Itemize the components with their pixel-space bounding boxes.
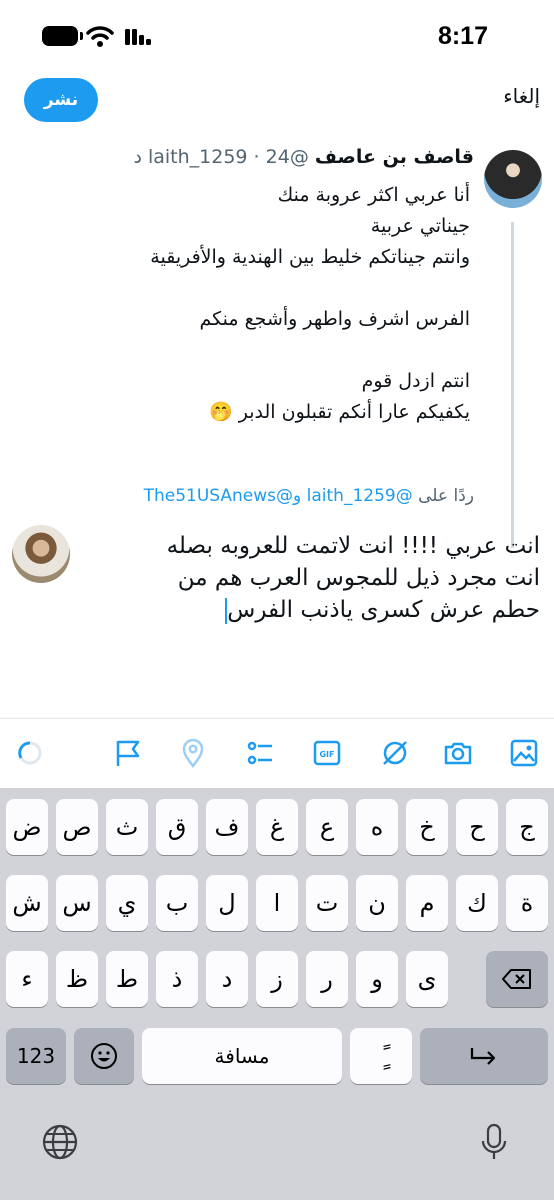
return-key[interactable] [420,1028,548,1084]
tweet-line: أنا عربي اكثر عروبة منك [277,184,470,206]
tweet-line: الفرس اشرف واطهر وأشجع منكم [199,308,470,330]
gif-icon[interactable]: GIF [311,737,343,769]
key[interactable]: ض [6,799,48,855]
emoji-key[interactable] [74,1028,134,1084]
key[interactable]: م [406,875,448,931]
key[interactable]: ل [206,875,248,931]
globe-icon[interactable] [40,1122,80,1162]
author-name: قاصف بن عاصف [314,146,474,168]
poll-icon[interactable] [244,737,276,769]
compose-header: نشر إلغاء [0,72,554,128]
key[interactable]: ي [106,875,148,931]
battery-icon [42,26,83,46]
gif-label: GIF [319,750,334,759]
tweet-line: وانتم جيناتكم خليط بين الهندية والأفريقي… [150,246,470,268]
key[interactable]: ن [356,875,398,931]
key[interactable]: ء [6,951,48,1007]
key[interactable]: ث [106,799,148,855]
tweet-text: أنا عربي اكثر عروبة منك جيناتي عربية وان… [50,180,470,428]
key[interactable]: و [356,951,398,1007]
compose-toolbar: GIF [0,718,554,788]
key[interactable]: ف [206,799,248,855]
replying-to: ردًا على @laith_1259 و@The51USAnews [144,486,474,506]
tweet-header: قاصف بن عاصف @laith_1259 · 24 د [133,146,474,168]
space-key[interactable]: مسافة [142,1028,342,1084]
separator: · [247,146,266,168]
tweet-line [50,335,470,366]
wifi-icon [86,26,114,47]
microphone-icon[interactable] [474,1122,514,1162]
tweet-line: انتم ازدل قوم [361,370,470,392]
post-button[interactable]: نشر [24,78,98,122]
key[interactable]: ذ [156,951,198,1007]
char-count-icon [18,741,42,765]
key[interactable]: ع [306,799,348,855]
tweet-line [50,273,470,304]
tweet-line: يكفيكم عارا أنكم تقبلون الدبر 🤭 [209,401,470,423]
key[interactable]: غ [256,799,298,855]
backspace-key[interactable] [486,951,548,1007]
no-alt-icon[interactable] [379,737,411,769]
compose-line-text: حطم عرش كسرى ياذنب الفرس [227,597,540,623]
clock: 8:17 [437,22,488,50]
flag-icon[interactable] [112,737,144,769]
key[interactable]: ش [6,875,48,931]
key[interactable]: ا [256,875,298,931]
mention-link[interactable]: @laith_1259 [307,486,413,506]
keyboard: ض ص ث ق ف غ ع ه خ ح ج ش س ي ب ل ا ت ن م … [0,788,554,1200]
mention-joiner: و [293,486,307,506]
key[interactable]: ص [56,799,98,855]
numbers-key[interactable]: 123 [6,1028,66,1084]
emoji-icon [91,1043,117,1069]
avatar[interactable] [484,150,542,208]
avatar [12,525,70,583]
key[interactable]: ط [106,951,148,1007]
compose-line: انت عربي !!!! انت لاتمت للعروبه بصله [166,533,540,559]
key[interactable]: ب [156,875,198,931]
location-icon[interactable] [177,737,209,769]
replying-prefix: ردًا على [412,486,474,506]
key[interactable]: ز [256,951,298,1007]
reply-text-input[interactable]: انت عربي !!!! انت لاتمت للعروبه بصله انت… [100,530,540,626]
key[interactable]: ك [456,875,498,931]
key[interactable]: ج [506,799,548,855]
key[interactable]: ه [356,799,398,855]
image-icon[interactable] [508,737,540,769]
key[interactable]: ق [156,799,198,855]
camera-icon[interactable] [442,737,474,769]
key[interactable]: ة [506,875,548,931]
key[interactable]: ح [456,799,498,855]
return-icon [470,1048,496,1065]
key[interactable]: خ [406,799,448,855]
key[interactable]: س [56,875,98,931]
signal-icon [125,29,151,45]
status-bar: 8:17 [0,0,554,72]
thread-line [511,222,514,548]
key[interactable]: ر [306,951,348,1007]
key[interactable]: د [206,951,248,1007]
compose-line: انت مجرد ذيل للمجوس العرب هم من [177,565,540,591]
diacritic-key[interactable]: ًٍ [350,1028,412,1084]
mention-link[interactable]: @The51USAnews [144,486,293,506]
tweet-line: جيناتي عربية [370,215,470,237]
cancel-button[interactable]: إلغاء [503,84,540,108]
key[interactable]: ظ [56,951,98,1007]
backspace-icon [502,969,531,989]
key[interactable]: ى [406,951,448,1007]
key[interactable]: ت [306,875,348,931]
compose-line: حطم عرش كسرى ياذنب الفرس [100,594,540,626]
